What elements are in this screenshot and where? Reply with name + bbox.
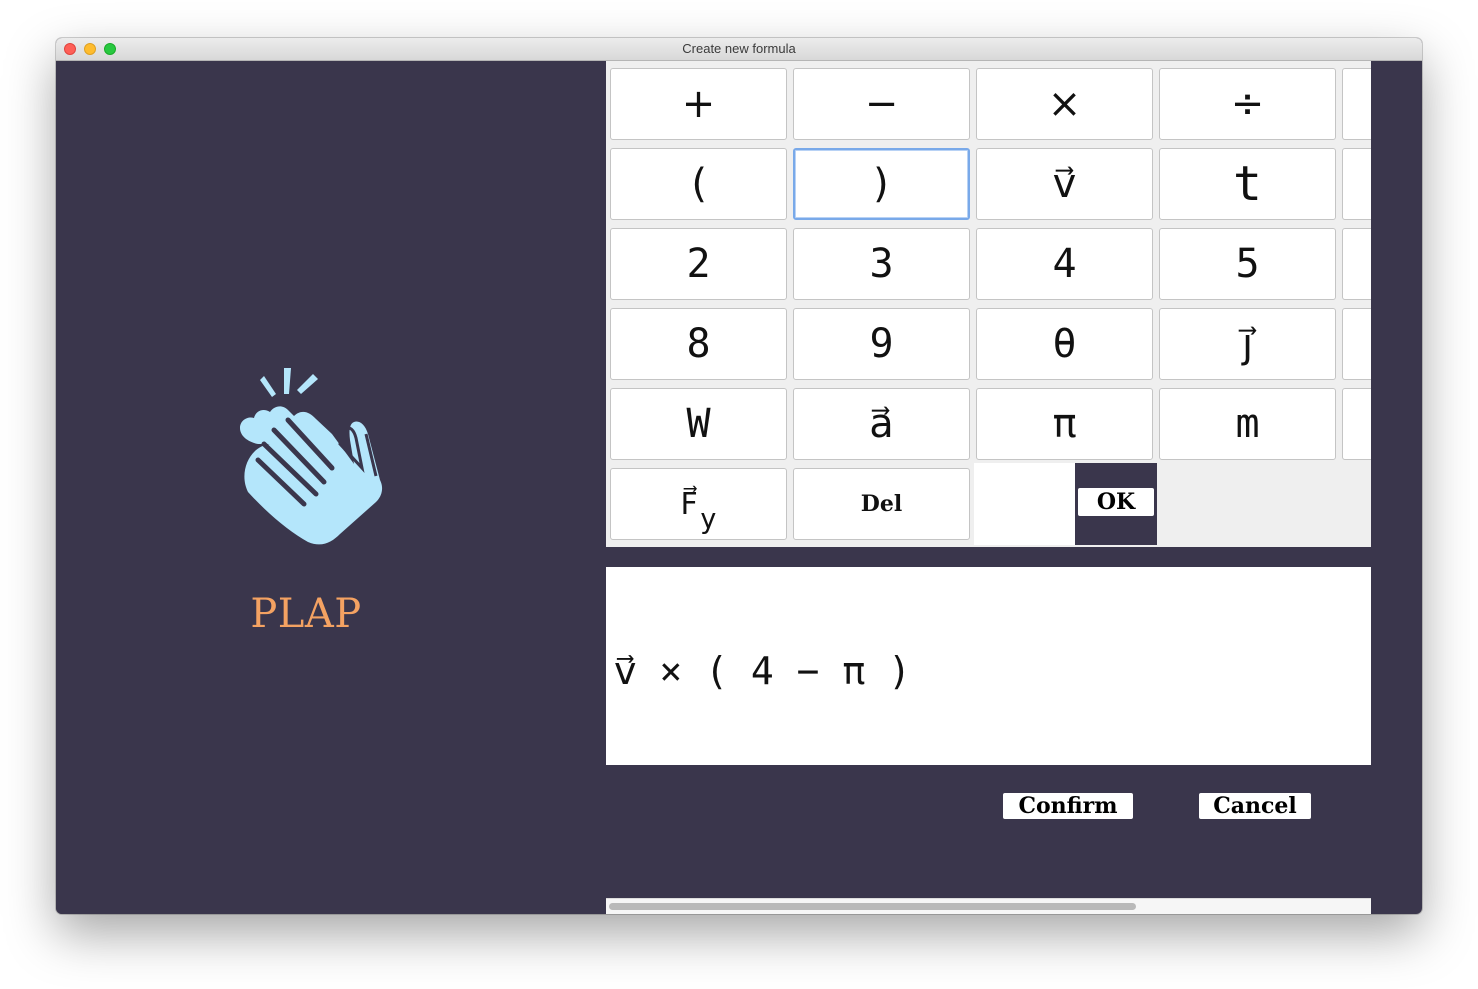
scrollbar-thumb[interactable] (609, 903, 1136, 910)
ok-container: OK (1075, 463, 1157, 545)
mass-key[interactable]: m (1159, 388, 1336, 460)
keypad-partial-key[interactable] (1342, 148, 1371, 220)
ok-button[interactable]: OK (1078, 488, 1154, 516)
minus-key[interactable]: − (793, 68, 970, 140)
digit-9-key[interactable]: 9 (793, 308, 970, 380)
cancel-button[interactable]: Cancel (1199, 793, 1311, 819)
app-window: Create new formula PLAP + − × ÷ () v⃗ t… (56, 38, 1422, 914)
force-vector-symbol: F⃗ (680, 486, 698, 522)
empty-cell (974, 463, 1075, 545)
digit-3-key[interactable]: 3 (793, 228, 970, 300)
formula-display: v⃗ × ( 4 − π ) (606, 567, 1371, 765)
formula-editor: + − × ÷ ( ) v⃗ t 2 3 4 5 8 9 θ j⃗ W a⃗ π… (606, 61, 1371, 914)
formula-expression: v⃗ × ( 4 − π ) (614, 649, 912, 693)
confirm-button[interactable]: Confirm (1003, 793, 1133, 819)
close-paren-key[interactable]: ) (793, 148, 970, 220)
digit-4-key[interactable]: 4 (976, 228, 1153, 300)
keypad-partial-key[interactable] (1342, 228, 1371, 300)
digit-5-key[interactable]: 5 (1159, 228, 1336, 300)
digit-2-key[interactable]: 2 (610, 228, 787, 300)
j-vector-key[interactable]: j⃗ (1159, 308, 1336, 380)
time-key[interactable]: t (1159, 148, 1336, 220)
digit-8-key[interactable]: 8 (610, 308, 787, 380)
brand-name: PLAP (250, 591, 362, 637)
action-bar: Confirm Cancel (606, 765, 1371, 898)
title-bar: Create new formula (56, 38, 1422, 61)
plus-key[interactable]: + (610, 68, 787, 140)
delete-key[interactable]: Del (793, 468, 970, 540)
work-key[interactable]: W (610, 388, 787, 460)
acceleration-vector-key[interactable]: a⃗ (793, 388, 970, 460)
multiply-key[interactable]: × (976, 68, 1153, 140)
force-subscript: y (699, 501, 717, 535)
horizontal-scrollbar[interactable] (606, 898, 1371, 914)
window-title: Create new formula (682, 41, 796, 56)
branding-panel: PLAP (56, 61, 606, 914)
clapping-hands-icon (240, 368, 383, 545)
force-y-key[interactable]: F⃗ y (610, 468, 787, 540)
velocity-vector-key[interactable]: v⃗ (976, 148, 1153, 220)
keypad-partial-key[interactable] (1342, 308, 1371, 380)
divider (606, 547, 1371, 567)
pi-key[interactable]: π (976, 388, 1153, 460)
keypad-partial-key[interactable] (1342, 68, 1371, 140)
open-paren-key[interactable]: ( (610, 148, 787, 220)
divide-key[interactable]: ÷ (1159, 68, 1336, 140)
theta-key[interactable]: θ (976, 308, 1153, 380)
keypad-partial-key[interactable] (1342, 388, 1371, 460)
